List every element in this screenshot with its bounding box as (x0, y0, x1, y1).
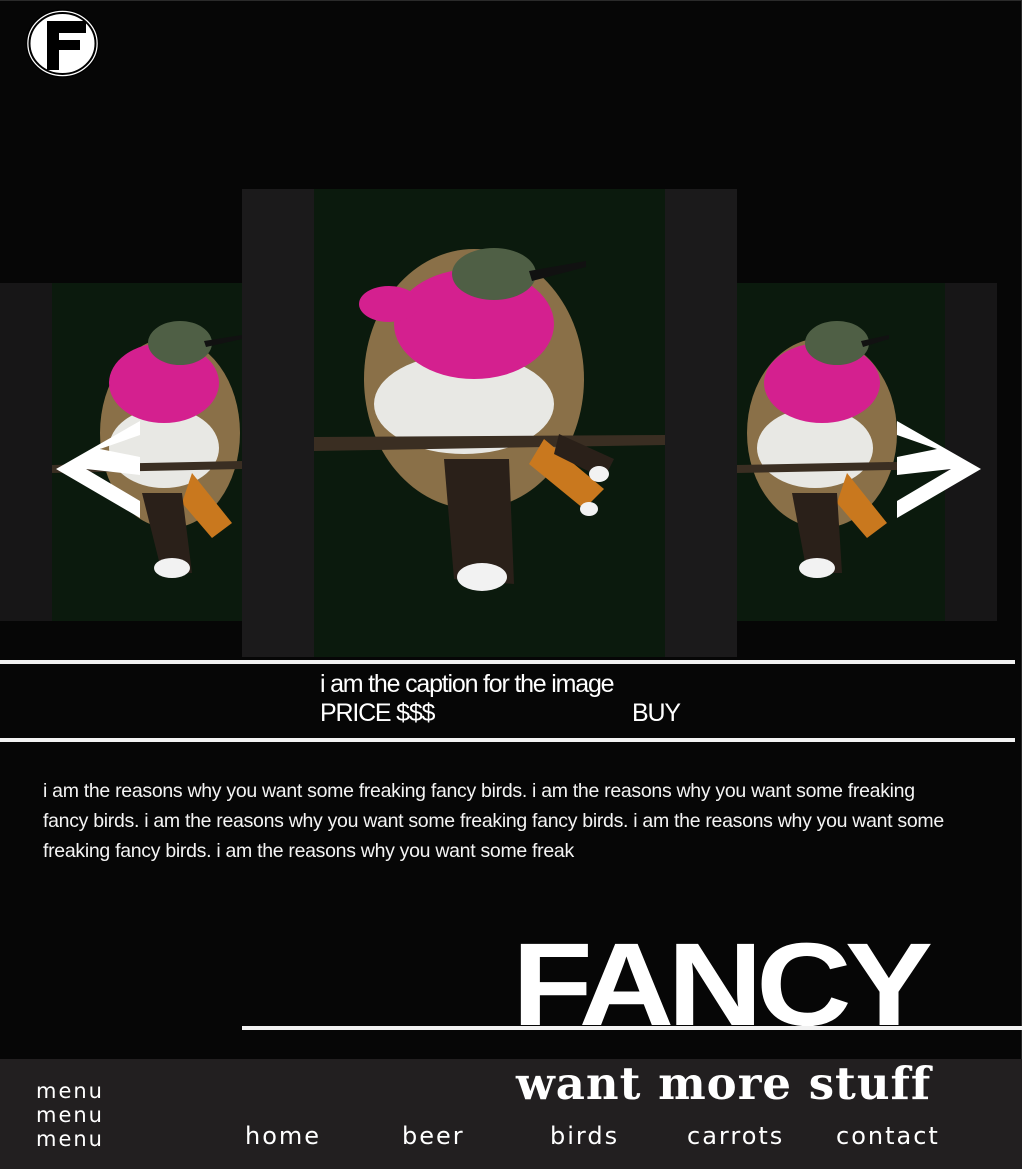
menu-list: menu menu menu (36, 1079, 104, 1151)
menu-item[interactable]: menu (36, 1127, 104, 1151)
carousel-prev-button[interactable] (56, 421, 142, 518)
brand-divider (242, 1026, 1022, 1030)
price-label: PRICE $$$ (320, 699, 435, 727)
nav-beer-link[interactable]: beer (402, 1121, 465, 1151)
buy-button[interactable]: BUY (632, 698, 681, 728)
caption-divider-bottom (0, 738, 1015, 742)
chevron-right-icon (897, 421, 981, 518)
nav-birds-link[interactable]: birds (550, 1121, 619, 1151)
carousel-current-image[interactable] (242, 189, 737, 657)
product-description: i am the reasons why you want some freak… (43, 780, 944, 862)
nav-carrots-link[interactable]: carrots (687, 1121, 784, 1151)
site-logo[interactable] (24, 8, 101, 79)
menu-item[interactable]: menu (36, 1103, 104, 1127)
carousel-next-button[interactable] (893, 421, 981, 518)
nav-contact-link[interactable]: contact (836, 1121, 940, 1151)
brand-tagline: want more stuff (516, 1057, 932, 1110)
bird-image-main (314, 189, 665, 657)
chevron-left-icon (56, 421, 140, 518)
brand-title: FANCY (512, 919, 933, 1051)
nav-home-link[interactable]: home (245, 1121, 321, 1151)
image-caption: i am the caption for the image (320, 670, 615, 698)
menu-item[interactable]: menu (36, 1079, 104, 1103)
caption-divider-top (0, 660, 1015, 664)
hummingbird-image (314, 189, 665, 657)
f-circle-logo-icon (25, 9, 100, 78)
